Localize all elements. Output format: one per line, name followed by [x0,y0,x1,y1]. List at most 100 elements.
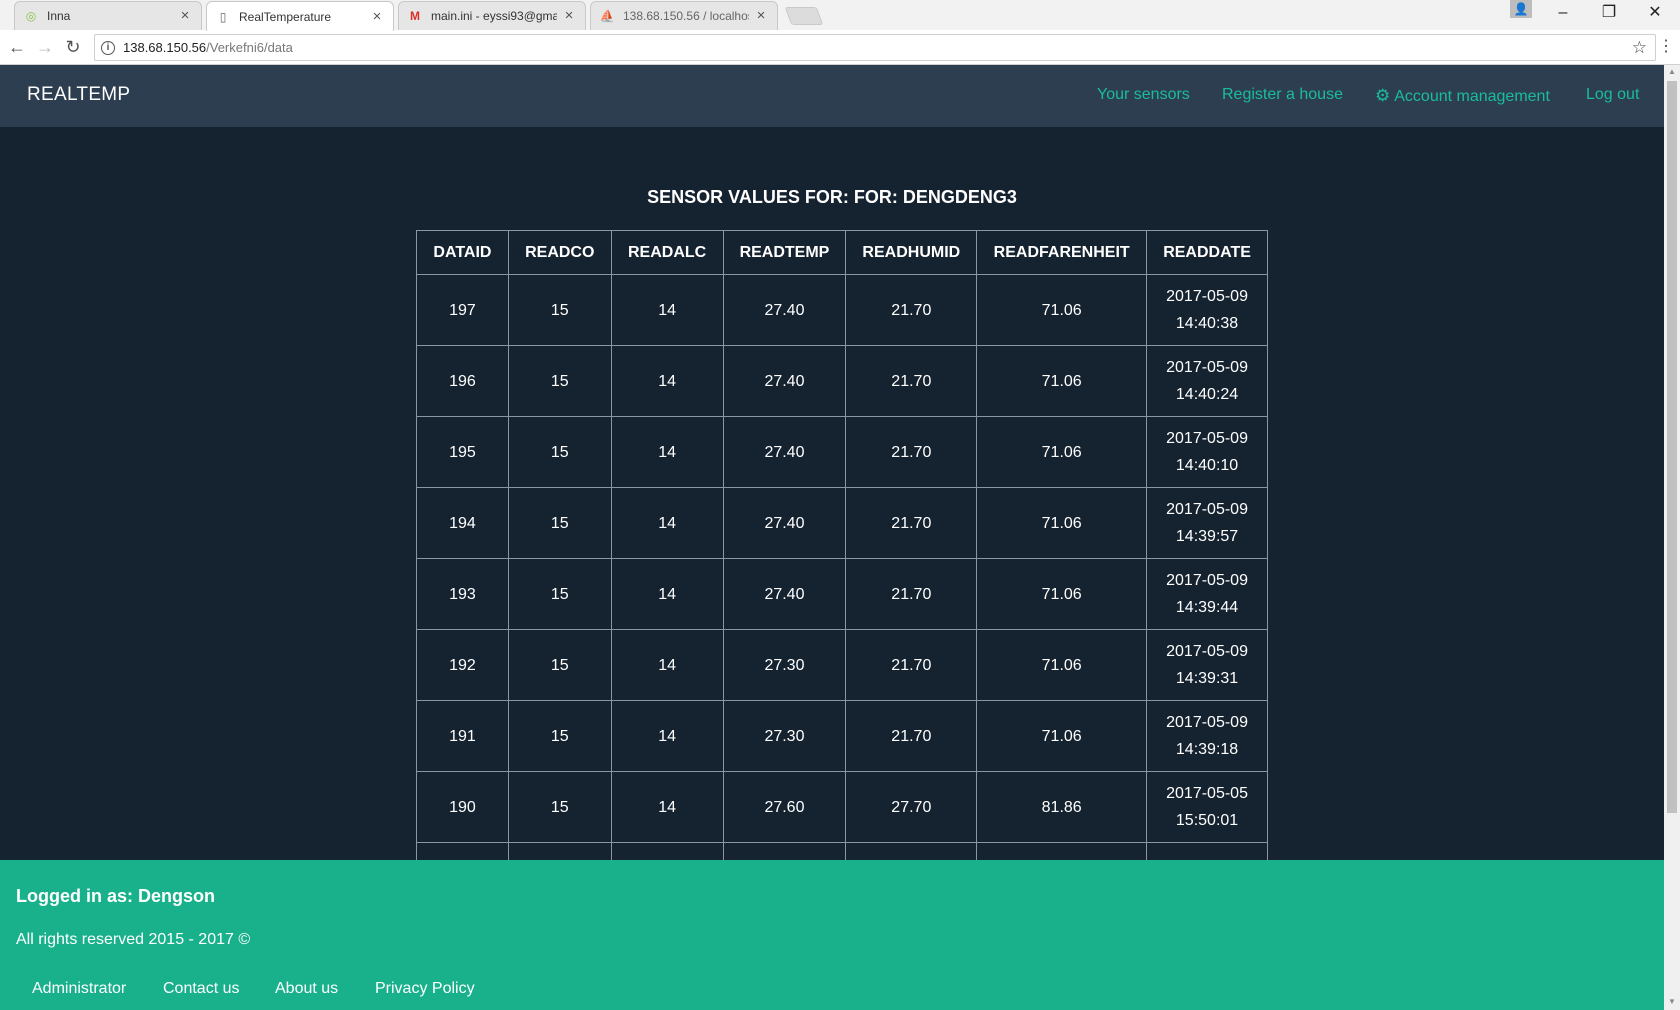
table-cell: 194 [416,487,509,559]
table-cell: 27.40 [722,274,847,346]
browser-menu-icon[interactable]: ⋮ [1656,36,1676,56]
circle-target-icon: ◎ [25,9,37,23]
read-time: 14:40:24 [1175,386,1239,403]
read-date: 2017-05-05 [1166,785,1248,802]
browser-tab-active[interactable]: ▯ RealTemperature × [206,1,394,31]
close-icon[interactable]: × [177,8,193,24]
nav-link-label: Account management [1394,88,1550,105]
footer: Logged in as: Dengson All rights reserve… [0,860,1664,1010]
table-cell-date: 2017-05-09 14:39:31 [1146,629,1268,701]
brand-logo[interactable]: REALTEMP [27,84,130,106]
table-cell: 21.70 [845,700,978,772]
scroll-down-arrow-icon[interactable]: ▼ [1664,997,1680,1006]
tab-title: Inna [47,9,71,23]
restore-icon[interactable]: ❐ [1586,0,1632,28]
read-time: 14:40:10 [1175,457,1239,474]
column-header: READHUMID [845,230,978,275]
read-date: 2017-05-09 [1166,288,1248,305]
read-date: 2017-05-09 [1166,430,1248,447]
table-cell: 27.40 [722,487,847,559]
close-window-icon[interactable]: ✕ [1632,0,1678,28]
table-cell: 21.70 [845,345,978,417]
close-icon[interactable]: × [753,8,769,24]
table-cell: 71.06 [976,416,1148,488]
table-cell-date: 2017-05-09 14:39:57 [1146,487,1268,559]
table-cell: 27.40 [722,558,847,630]
reload-icon[interactable]: ↻ [60,34,86,60]
table-cell: 15 [507,345,612,417]
table-cell: 15 [507,771,612,843]
table-cell: 15 [507,700,612,772]
read-date: 2017-05-09 [1166,359,1248,376]
table-cell: 14 [610,629,724,701]
profile-icon[interactable]: 👤 [1510,0,1532,18]
bookmark-star-icon[interactable]: ☆ [1632,38,1647,58]
close-icon[interactable]: × [369,8,385,25]
table-cell: 14 [610,771,724,843]
table-cell: 27.30 [722,700,847,772]
tab-title: RealTemperature [239,9,332,24]
vertical-scrollbar[interactable]: ▲ ▼ [1664,65,1680,1010]
tab-title: 138.68.150.56 / localhost [623,9,749,23]
table-cell: 192 [416,629,509,701]
table-cell: 27.60 [722,771,847,843]
table-row: 193 15 14 27.40 21.70 71.06 2017-05-09 14:39:44 [416,558,1268,630]
table-cell: 15 [507,558,612,630]
page-viewport: REALTEMP Your sensors Register a house ⚙… [0,65,1664,1010]
logged-in-status: Logged in as: Dengson [16,886,216,906]
footer-link-administrator[interactable]: Administrator [32,980,126,998]
read-time: 14:39:57 [1175,528,1239,545]
browser-tab[interactable]: M main.ini - eyssi93@gmail × [398,1,586,30]
close-icon[interactable]: × [561,8,577,24]
gear-icon: ⚙ [1375,86,1391,105]
table-cell: 196 [416,345,509,417]
address-bar[interactable]: i 138.68.150.56/Verkefni6/data ☆ [94,34,1656,61]
copyright-text: All rights reserved 2015 - 2017 © [16,931,251,948]
table-row: 192 15 14 27.30 21.70 71.06 2017-05-09 14:39:31 [416,629,1268,701]
browser-toolbar: ← → ↻ i 138.68.150.56/Verkefni6/data ☆ [0,30,1680,65]
nav-link-logout[interactable]: Log out [1586,86,1639,104]
gmail-icon: M [410,9,420,23]
table-cell: 15 [507,629,612,701]
table-cell: 27.40 [722,345,847,417]
nav-link-your-sensors[interactable]: Your sensors [1097,86,1190,104]
back-arrow-icon[interactable]: ← [4,34,30,60]
scroll-up-arrow-icon[interactable]: ▲ [1664,67,1680,76]
footer-link-about[interactable]: About us [275,980,338,998]
new-tab-button[interactable] [784,7,824,25]
phpmyadmin-icon: ⛵ [599,9,615,23]
nav-link-account-management[interactable]: ⚙ Account management [1375,86,1550,106]
table-cell-date: 2017-05-09 14:40:24 [1146,345,1268,417]
table-cell: 71.06 [976,558,1148,630]
table-cell-date: 2017-05-05 15:50:01 [1146,771,1268,843]
table-cell: 71.06 [976,629,1148,701]
nav-link-register-house[interactable]: Register a house [1222,86,1343,104]
table-cell: 27.40 [722,416,847,488]
info-icon[interactable]: i [101,40,115,55]
scrollbar-thumb[interactable] [1667,81,1677,813]
read-time: 14:39:31 [1175,670,1239,687]
footer-link-contact[interactable]: Contact us [163,980,239,998]
table-cell: 14 [610,700,724,772]
read-date: 2017-05-09 [1166,714,1248,731]
table-cell: 71.06 [976,487,1148,559]
read-date: 2017-05-09 [1166,572,1248,589]
read-date: 2017-05-09 [1166,501,1248,518]
browser-tab[interactable]: ◎ Inna × [14,1,202,30]
minimize-icon[interactable]: – [1540,0,1586,28]
table-row: 197 15 14 27.40 21.70 71.06 2017-05-09 14:40:38 [416,274,1268,346]
table-cell: 15 [507,487,612,559]
read-date: 2017-05-09 [1166,643,1248,660]
table-cell: 190 [416,771,509,843]
column-header: READFARENHEIT [976,230,1148,275]
footer-link-privacy[interactable]: Privacy Policy [375,980,475,998]
browser-tabstrip: ◎ Inna × ▯ RealTemperature × M main.ini … [0,0,1680,31]
browser-tab[interactable]: ⛵ 138.68.150.56 / localhost × [590,1,778,30]
table-body: 197 15 14 27.40 21.70 71.06 2017-05-09 14:40:38… [416,274,1268,914]
table-row: 190 15 14 27.60 27.70 81.86 2017-05-05 15:50:01 [416,771,1268,843]
forward-arrow-icon[interactable]: → [32,34,58,60]
column-header: DATAID [416,230,509,275]
url-path: /Verkefni6/data [206,40,293,55]
table-cell: 21.70 [845,416,978,488]
table-row: 194 15 14 27.40 21.70 71.06 2017-05-09 14:39:57 [416,487,1268,559]
